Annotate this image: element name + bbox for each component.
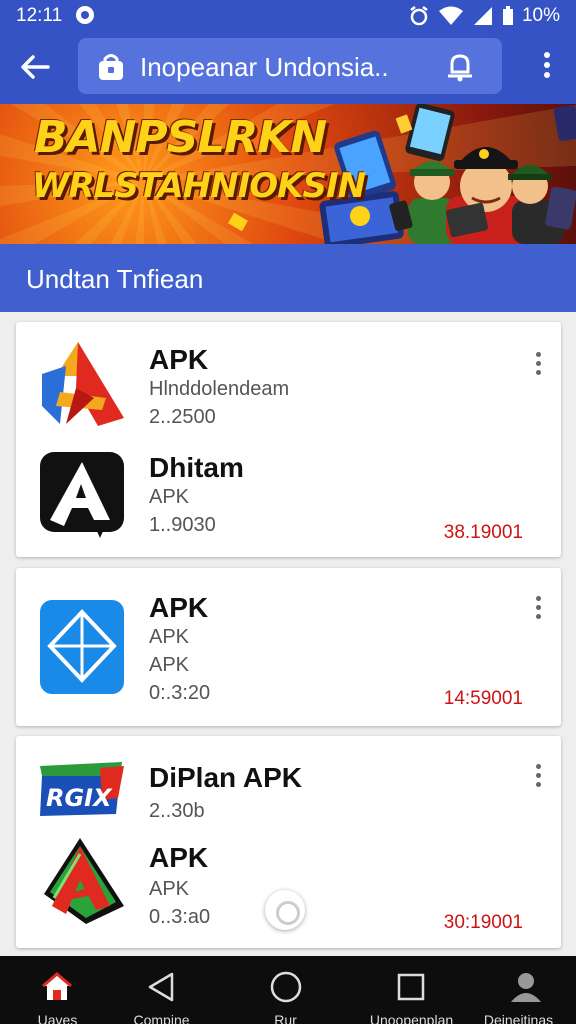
- app-title: Dhitam: [149, 452, 244, 483]
- app-bar: 12:11 10% Inopeanar Undonsia..: [0, 0, 576, 104]
- lock-bag-icon: [99, 54, 123, 80]
- notification-icon: [76, 6, 94, 24]
- app-list-item[interactable]: APK APK APK 0:.3:20 14:59001: [16, 568, 561, 726]
- profile-icon: [511, 973, 541, 1002]
- black-a-logo-icon: [40, 452, 124, 538]
- app-subtitle-2: APK: [149, 654, 190, 676]
- app-title: APK: [149, 592, 209, 623]
- app-price: 38.19001: [443, 522, 523, 543]
- address-text: Inopeanar Undonsia..: [140, 52, 389, 82]
- nav-item-profile[interactable]: Deineitinas: [461, 956, 576, 1024]
- app-list-item[interactable]: APK Hlnddolendeam 2..2500: [16, 322, 561, 440]
- signal-icon: [473, 7, 492, 25]
- promo-banner[interactable]: BANPSLRKN WRLSTAHNIOKSIN: [0, 104, 576, 244]
- nav-label: Uaves: [37, 1012, 78, 1024]
- nav-label: Deineitinas: [483, 1012, 554, 1024]
- more-options-icon[interactable]: [531, 352, 545, 380]
- circle-home-icon: [270, 971, 302, 1003]
- app-subtitle: APK: [149, 878, 190, 900]
- wifi-icon: [438, 6, 463, 25]
- app-subtitle: APK: [149, 626, 190, 648]
- nav-item-recents[interactable]: Unoopenplan: [354, 956, 469, 1024]
- floating-action-button[interactable]: [265, 890, 305, 930]
- nav-label: Compine: [133, 1012, 190, 1024]
- nav-label: Rur: [274, 1012, 297, 1024]
- more-options-icon[interactable]: [531, 764, 545, 792]
- nav-item-home[interactable]: Uaves: [0, 956, 115, 1024]
- bottom-navigation: Uaves Compine Rur Unoopenplan Deineitina…: [0, 956, 576, 1024]
- rgix-logo-icon: RGIX: [40, 762, 124, 816]
- app-list-item[interactable]: APK APK 0..3:a0 30:19001: [16, 828, 561, 948]
- home-icon: [42, 972, 72, 1000]
- app-title: APK: [149, 842, 209, 873]
- app-title: DiPlan APK: [149, 762, 302, 793]
- app-list-item[interactable]: Dhitam APK 1..9030 38.19001: [16, 440, 561, 557]
- more-options-icon[interactable]: [531, 596, 545, 624]
- battery-icon: [502, 6, 513, 25]
- app-card: APK Hlnddolendeam 2..2500 Dhitam APK 1..…: [16, 322, 561, 557]
- nav-label: Unoopenplan: [369, 1012, 454, 1024]
- app-price: 14:59001: [443, 688, 523, 709]
- app-title: APK: [149, 344, 209, 375]
- back-triangle-icon: [148, 972, 174, 1002]
- app-version: 0..3:a0: [149, 906, 211, 928]
- status-bar: 12:11 10%: [0, 0, 576, 32]
- status-time: 12:11: [16, 5, 63, 26]
- green-red-a-logo-icon: [44, 838, 124, 924]
- overflow-menu-icon[interactable]: [536, 52, 558, 82]
- red-blue-a-logo-icon: [42, 342, 124, 426]
- app-version: 2..2500: [149, 406, 216, 428]
- app-version: 2..30b: [149, 800, 205, 822]
- battery-percent: 10%: [521, 5, 560, 26]
- app-list-item[interactable]: RGIX DiPlan APK 2..30b: [16, 736, 561, 828]
- rgix-logo-text: RGIX: [46, 784, 113, 812]
- address-bar[interactable]: Inopeanar Undonsia..: [78, 38, 502, 94]
- app-card: APK APK APK 0:.3:20 14:59001: [16, 568, 561, 726]
- app-price: 30:19001: [443, 912, 523, 933]
- app-version: 1..9030: [149, 514, 216, 536]
- nav-item-back[interactable]: Compine: [104, 956, 219, 1024]
- blue-diamond-logo-icon: [40, 600, 124, 694]
- banner-subheadline: WRLSTAHNIOKSIN: [32, 166, 366, 206]
- alarm-icon: [410, 6, 428, 26]
- section-header: Undtan Tnfiean: [0, 244, 576, 312]
- square-recents-icon: [397, 973, 425, 1001]
- app-version: 0:.3:20: [149, 682, 211, 704]
- app-subtitle: APK: [149, 486, 190, 508]
- app-subtitle: Hlnddolendeam: [149, 378, 290, 400]
- banner-headline: BANPSLRKN: [34, 112, 327, 163]
- section-title: Undtan Tnfiean: [26, 264, 204, 294]
- back-arrow-icon[interactable]: [18, 50, 52, 84]
- nav-item-center[interactable]: Rur: [228, 956, 343, 1024]
- notification-bell-icon[interactable]: [444, 50, 476, 82]
